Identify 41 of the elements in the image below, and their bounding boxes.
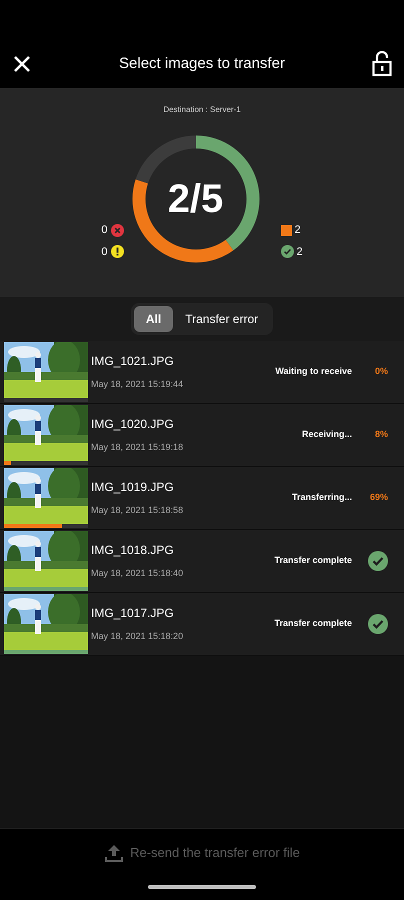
- check-circle-icon: [368, 551, 388, 571]
- transfer-status: Transfer complete: [274, 554, 352, 568]
- square-icon: [280, 224, 292, 236]
- page-title: Select images to transfer: [119, 54, 285, 74]
- transfer-status: Transferring...: [292, 491, 352, 504]
- filter-tab[interactable]: All: [134, 306, 174, 332]
- transfer-status: Receiving...: [302, 428, 352, 442]
- file-date: May 18, 2021 15:18:58: [91, 504, 184, 518]
- file-name: IMG_1019.JPG: [91, 479, 175, 496]
- file-date: May 18, 2021 15:18:40: [91, 567, 184, 580]
- close-icon[interactable]: [12, 54, 32, 74]
- transfer-status: Transfer complete: [274, 617, 352, 630]
- file-date: May 18, 2021 15:19:44: [91, 378, 184, 392]
- transfer-status: Waiting to receive: [275, 365, 352, 378]
- legend-count: 0: [101, 223, 108, 238]
- legend-count: 0: [101, 244, 108, 260]
- file-name: IMG_1021.JPG: [91, 353, 175, 370]
- file-name: IMG_1018.JPG: [91, 542, 175, 560]
- file-row[interactable]: IMG_1017.JPG May 18, 2021 15:18:20 Transfer complete: [0, 593, 404, 656]
- error-icon: [110, 224, 124, 237]
- check-circle-icon: [280, 245, 294, 258]
- upload-icon: [104, 843, 124, 863]
- file-name: IMG_1017.JPG: [91, 605, 175, 622]
- unlocked-padlock-icon[interactable]: [372, 51, 392, 77]
- filter-tab[interactable]: Transfer error: [173, 306, 270, 332]
- progress-percent: 0%: [374, 365, 388, 378]
- destination-label: Destination : Server-1: [163, 104, 241, 116]
- file-row[interactable]: IMG_1020.JPG May 18, 2021 15:19:18 Receiving... 8%: [0, 404, 404, 467]
- progress-percent: 8%: [374, 428, 388, 442]
- check-circle-icon: [368, 614, 388, 634]
- legend-count: 2: [294, 223, 301, 238]
- legend-count: 2: [296, 244, 303, 260]
- file-row[interactable]: IMG_1019.JPG May 18, 2021 15:18:58 Transferring... 69%: [0, 467, 404, 530]
- file-name: IMG_1020.JPG: [91, 416, 175, 434]
- file-date: May 18, 2021 15:18:20: [91, 630, 184, 644]
- transfer-count: 2/5: [168, 179, 224, 219]
- file-row[interactable]: IMG_1018.JPG May 18, 2021 15:18:40 Transfer complete: [0, 530, 404, 593]
- progress-percent: 69%: [370, 491, 388, 504]
- file-row[interactable]: IMG_1021.JPG May 18, 2021 15:19:44 Waiting to receive 0%: [0, 341, 404, 404]
- warning-icon: [110, 245, 124, 258]
- file-date: May 18, 2021 15:19:18: [91, 441, 184, 454]
